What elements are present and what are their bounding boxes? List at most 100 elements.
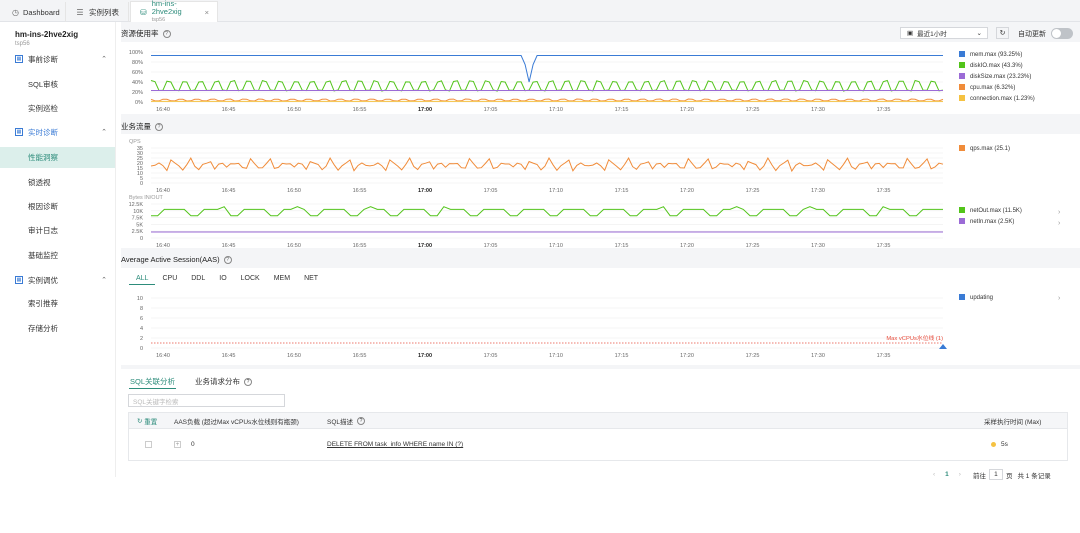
tab-ddl[interactable]: DDL [184,272,212,285]
reset-button[interactable]: ↻ 重置 [137,413,157,428]
x-tick-label: 16:40 [156,107,170,113]
y-tick-label: 20% [132,90,143,96]
legend-label: cpu.max (6.32%) [970,85,1015,91]
sidebar-item-performance[interactable]: 性能洞察 [0,147,115,168]
reset-icon: ↻ [137,417,143,425]
legend-label: netIn.max (2.5K) [970,219,1014,225]
y-tick-label: 2.5K [132,229,144,235]
legend-label: diskSize.max (23.23%) [970,74,1031,80]
sql-search-input[interactable]: SQL关键字检索 [128,394,285,407]
y-tick-label: 6 [140,316,143,322]
band-3 [121,248,1080,268]
tab-instance-list[interactable]: ☰ 实例列表 [67,2,129,22]
x-tick-label: 17:20 [680,107,694,113]
series-line-qps [150,156,944,173]
sidebar-item-inspection[interactable]: 实例巡检 [0,98,115,119]
legend-swatch [959,145,965,151]
x-tick-label: 17:00 [418,353,432,359]
col-aas: AAS负载 (超过Max vCPUs水位线则有瓶颈) [174,418,299,426]
sidebar-item-rootcause[interactable]: 根因诊断 [0,196,115,217]
x-tick-label: 17:15 [615,107,629,113]
y-tick-label: 8 [140,306,143,312]
net-chart: Bytes IN/OUT12.5K10K7.5K5K2.5K016:40 16:4… [129,195,1061,248]
tab-mem[interactable]: MEM [267,272,297,285]
page-current[interactable]: 1 [945,471,949,478]
tab-sql-analysis[interactable]: SQL关联分析 [129,375,177,389]
y-tick-label: 7.5K [132,216,144,222]
database-icon: ⛁ [140,7,147,17]
help-icon[interactable]: ? [155,122,163,131]
x-tick-label: 16:50 [287,107,301,113]
section-aas-title: Average Active Session(AAS)? [121,255,232,264]
y-tick-label: 100% [129,50,143,56]
chevron-up-icon: ⌃ [101,56,107,63]
time-range-select[interactable]: ▣ 最近1小时 ⌄ [900,27,988,39]
section-traffic-title: 业务流量? [121,121,163,132]
bottom-tabs: SQL关联分析 业务请求分布? [129,375,271,389]
x-tick-label: 17:10 [549,353,563,359]
close-icon[interactable]: × [205,8,209,17]
threshold-label: Max vCPUs水位线 (1) [886,334,943,342]
series-line-netout [151,206,943,217]
tab-instance[interactable]: ⛁ hm-ins-2hve2xig tsp56 × [130,0,218,23]
section-resource-title: 资源使用率? [121,28,171,39]
tab-request-dist[interactable]: 业务请求分布? [194,375,253,389]
y-tick-label: 10 [137,296,143,302]
x-tick-label: 17:20 [680,353,694,359]
legend-swatch [959,95,965,101]
chevron-right-icon: › [1058,295,1061,302]
tab-all[interactable]: ALL [129,272,156,285]
sql-link[interactable]: DELETE FROM task_info WHERE name IN (?) [327,429,463,460]
legend-label: connection.max (1.23%) [970,96,1035,102]
sidebar-item-storage[interactable]: 存储分析 [0,318,115,339]
tab-net[interactable]: NET [297,272,325,285]
auto-refresh-toggle[interactable] [1051,28,1073,39]
band-2 [121,114,1080,134]
x-tick-label: 17:35 [877,107,891,113]
chevron-down-icon: ⌄ [976,30,982,37]
tab-io[interactable]: IO [212,272,233,285]
aas-chart: 10 8 6 4 2 0 16:40 16:45 16:50 16:55 17:00 17:05 17:… [137,294,1061,359]
calendar-icon: ▣ [907,30,914,37]
dashboard-icon: ◷ [12,7,19,17]
x-tick-label: 16:45 [222,353,236,359]
sidebar-item-sql-audit[interactable]: SQL审核 [0,74,115,95]
threshold-marker [939,344,947,349]
prev-page-icon[interactable]: ‹ [933,471,935,478]
expand-icon[interactable]: + [174,429,181,460]
sidebar-group-tuning[interactable]: ▦ 实例调优 ⌃ [15,273,111,287]
x-tick-label: 16:40 [156,353,170,359]
y-axis-unit: Bytes IN/OUT [129,195,164,201]
tab-lock[interactable]: LOCK [234,272,267,285]
sidebar-group-realtime[interactable]: ▦ 实时诊断 ⌃ [15,125,111,139]
tab-cpu[interactable]: CPU [155,272,184,285]
x-tick-label: 16:55 [353,107,367,113]
table-header: ↻ 重置 AAS负载 (超过Max vCPUs水位线则有瓶颈) SQL描述? 采… [128,412,1068,429]
next-page-icon[interactable]: › [959,471,961,478]
band-4 [121,365,1080,369]
refresh-button[interactable]: ↻ [996,27,1009,39]
y-tick-label: 12.5K [129,202,144,208]
y-tick-label: 10K [133,209,143,215]
row-checkbox[interactable] [145,429,152,460]
series-line-cpu [150,98,944,102]
legend-swatch [959,207,965,213]
sidebar-item-lock[interactable]: 锁透视 [0,172,115,193]
sidebar-item-audit-log[interactable]: 审计日志 [0,220,115,241]
y-tick-label: 0% [135,100,143,106]
x-tick-label: 17:05 [484,353,498,359]
legend-swatch [959,84,965,90]
sidebar-item-index[interactable]: 索引推荐 [0,293,115,314]
sidebar-group-pre-diagnosis[interactable]: ▦ 事前诊断 ⌃ [15,52,111,66]
table-row[interactable]: + 0 DELETE FROM task_info WHERE name IN … [128,429,1068,461]
x-tick-label: 17:35 [877,353,891,359]
tab-dashboard[interactable]: ◷ Dashboard [4,2,66,22]
grid-icon: ▦ [15,128,23,136]
help-icon[interactable]: ? [162,29,171,38]
x-tick-label: 17:30 [811,353,825,359]
goto-page-input[interactable]: 1 [988,469,1003,480]
sidebar-item-monitor[interactable]: 基础监控 [0,245,115,266]
help-icon[interactable]: ? [223,255,232,264]
pagination: ‹ 1 › 前往 1 页 共 1 条记录 [933,469,1051,480]
x-tick-label: 17:25 [746,353,760,359]
